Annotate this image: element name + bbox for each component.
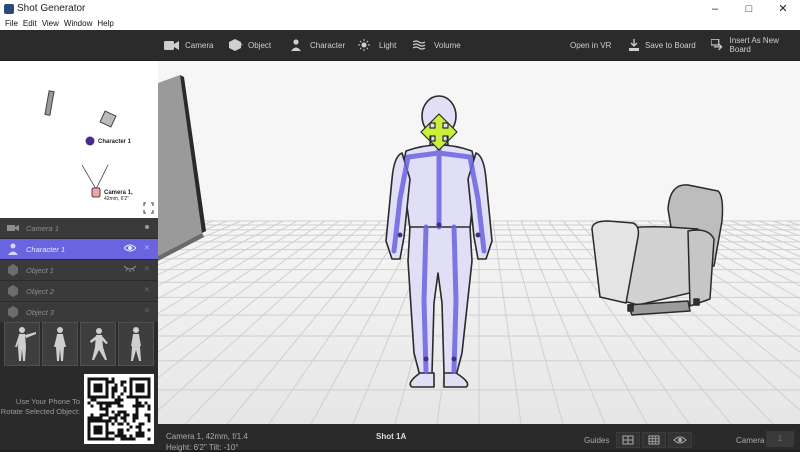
grid-center-icon — [622, 435, 634, 445]
save-board-icon — [629, 39, 639, 51]
pose-standing-icon — [54, 327, 66, 361]
eye-closed-icon[interactable] — [123, 264, 137, 274]
phone-rotate-text: Use Your Phone To Rotate Selected Object… — [0, 397, 80, 416]
delete-icon[interactable]: ✕ — [144, 264, 150, 273]
qr-code — [84, 374, 154, 444]
eye-icon — [673, 436, 687, 444]
insert-board-icon — [711, 39, 723, 51]
status-bar: Camera 1, 42mm, f/1.4 Height: 6'2" Tilt:… — [158, 424, 800, 452]
open-in-vr-label: Open in VR — [570, 40, 612, 50]
guide-eye-button[interactable] — [668, 432, 692, 448]
minimap-wall — [44, 90, 55, 116]
volume-icon — [413, 40, 426, 50]
add-object-button[interactable]: + Object — [229, 30, 271, 60]
menu-view[interactable]: View — [42, 18, 59, 30]
add-character-label: Character — [310, 40, 346, 50]
camera-info: Camera 1, 42mm, f/1.4 — [166, 432, 248, 441]
guide-thirds-button[interactable] — [642, 432, 666, 448]
menu-edit[interactable]: Edit — [23, 18, 37, 30]
menu-window[interactable]: Window — [64, 18, 92, 30]
scene-item-character-1[interactable]: Character 1 ✕ — [0, 239, 158, 260]
camera-icon — [7, 225, 19, 231]
svg-text:+: + — [239, 42, 243, 49]
camera-icon — [164, 40, 179, 50]
object-icon: + — [229, 39, 243, 51]
camera-number-field[interactable]: 1 — [766, 431, 794, 447]
scene-item-object-2[interactable]: Object 2 ✕ — [0, 281, 158, 302]
insert-as-new-board-button[interactable]: Insert As New Board — [711, 30, 800, 60]
active-camera-dot-icon[interactable] — [144, 222, 150, 234]
minimap-view[interactable]: Character 1 Camera 1, 42mm, 6'2" — [0, 61, 158, 218]
minimap-chair — [99, 110, 117, 128]
save-to-board-label: Save to Board — [645, 40, 696, 50]
pose-preset-action[interactable] — [80, 322, 116, 366]
pose-preset-standing[interactable] — [42, 322, 78, 366]
pose-preset-walking[interactable] — [118, 322, 154, 366]
delete-icon[interactable]: ✕ — [144, 306, 150, 315]
maximize-button[interactable]: □ — [732, 0, 766, 18]
expand-icon[interactable] — [143, 202, 154, 214]
object-icon — [8, 306, 18, 318]
shot-label: Shot 1A — [376, 432, 407, 441]
minimap[interactable]: Character 1 Camera 1, 42mm, 6'2" — [0, 61, 158, 218]
character-icon — [8, 243, 18, 255]
pose-action-icon — [90, 328, 108, 360]
minimize-button[interactable]: – — [698, 0, 732, 18]
menu-file[interactable]: File — [5, 18, 18, 30]
minimap-character-marker[interactable] — [85, 136, 95, 146]
grid-thirds-icon — [648, 435, 660, 445]
delete-icon[interactable]: ✕ — [144, 285, 150, 294]
minimap-character-label: Character 1 — [98, 139, 132, 145]
scene-viewport[interactable] — [158, 61, 800, 424]
add-object-label: Object — [248, 40, 272, 50]
scene-item-label: Character 1 — [26, 244, 66, 254]
scene-item-object-1[interactable]: Object 1 ✕ — [0, 260, 158, 281]
add-light-label: Light — [379, 40, 397, 50]
pose-pointing-icon — [15, 327, 36, 361]
add-character-button[interactable]: Character — [291, 30, 345, 60]
object-icon — [8, 285, 18, 297]
left-panel: Character 1 Camera 1, 42mm, 6'2" Camera … — [0, 61, 158, 450]
add-camera-label: Camera — [185, 40, 214, 50]
add-volume-button[interactable]: Volume — [413, 30, 461, 60]
pose-walking-icon — [131, 327, 141, 361]
toolbar: Camera + Object Character Light Volume O… — [0, 30, 800, 60]
scene-item-label: Object 2 — [26, 286, 54, 296]
pose-preset-pointing[interactable] — [4, 322, 40, 366]
close-button[interactable]: ✕ — [766, 0, 800, 18]
object-icon — [8, 264, 18, 276]
insert-as-new-board-label: Insert As New Board — [729, 36, 779, 54]
qr-code-image — [87, 377, 151, 441]
minimap-camera-marker[interactable] — [91, 187, 101, 198]
scene-3d-view[interactable] — [158, 61, 800, 424]
guide-center-button[interactable] — [616, 432, 640, 448]
add-camera-button[interactable]: Camera — [164, 30, 213, 60]
light-icon — [358, 39, 370, 51]
scene-item-camera-1[interactable]: Camera 1 — [0, 218, 158, 239]
delete-icon[interactable]: ✕ — [144, 243, 150, 252]
camera-selector-label: Camera — [736, 436, 765, 445]
pose-presets — [0, 320, 158, 368]
open-in-vr-button[interactable]: Open in VR — [570, 30, 611, 60]
save-to-board-button[interactable]: Save to Board — [628, 30, 696, 60]
eye-icon[interactable] — [123, 243, 137, 255]
scene-item-label: Object 3 — [26, 307, 54, 317]
app-icon — [4, 4, 14, 14]
guides-label: Guides — [584, 436, 610, 445]
add-light-button[interactable]: Light — [358, 30, 396, 60]
menu-help[interactable]: Help — [97, 18, 113, 30]
scene-item-label: Camera 1 — [26, 223, 59, 233]
minimap-camera-sub: 42mm, 6'2" — [104, 196, 129, 202]
title-bar: Shot Generator – □ ✕ — [0, 0, 800, 18]
camera-info-secondary: Height: 6'2" Tilt: -10° — [166, 443, 239, 452]
character-icon — [291, 39, 301, 51]
window-title: Shot Generator — [17, 3, 86, 14]
add-volume-label: Volume — [434, 40, 461, 50]
scene-item-label: Object 1 — [26, 265, 54, 275]
